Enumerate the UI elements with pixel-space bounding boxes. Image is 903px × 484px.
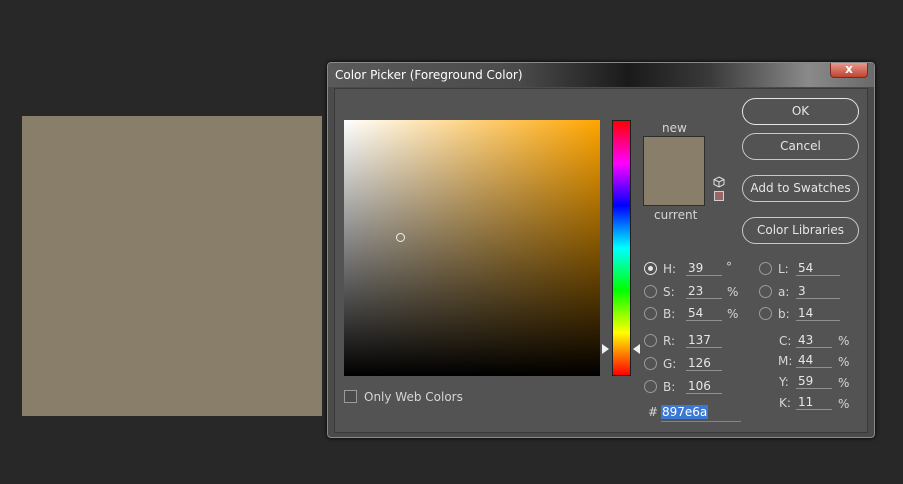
saturation-radio[interactable] [644,285,657,298]
hex-input[interactable]: 897e6a [661,403,741,422]
hue-radio[interactable] [644,262,657,275]
hue-slider-left-handle[interactable] [602,344,609,354]
lab-b-label: b: [778,307,790,321]
ok-button[interactable]: OK [742,98,859,125]
lab-l-radio[interactable] [759,262,772,275]
yellow-label: Y: [779,375,789,389]
yellow-input[interactable]: 59 [796,373,832,389]
color-picker-marker[interactable] [396,233,405,242]
green-input[interactable]: 126 [686,355,722,371]
yellow-unit: % [838,376,850,390]
red-label: R: [663,334,676,348]
brightness-input[interactable]: 54 [686,305,722,321]
lab-b-input[interactable]: 14 [796,305,840,321]
out-of-gamut-cube-icon[interactable] [713,176,725,188]
lab-l-input[interactable]: 54 [796,260,840,276]
green-radio[interactable] [644,357,657,370]
current-color-label: current [654,208,698,222]
cancel-button[interactable]: Cancel [742,133,859,160]
close-icon: x [845,62,853,76]
lab-b-radio[interactable] [759,307,772,320]
brightness-unit: % [727,307,739,321]
hue-slider-right-handle[interactable] [633,344,640,354]
hex-symbol: # [648,405,659,419]
hue-slider[interactable] [612,120,631,376]
black-input[interactable]: 11 [796,394,832,410]
hue-label: H: [663,262,677,276]
lab-a-radio[interactable] [759,285,772,298]
new-color-label: new [662,121,687,135]
magenta-input[interactable]: 44 [796,352,832,368]
only-web-colors-label: Only Web Colors [364,390,463,404]
current-color-swatch[interactable] [644,171,704,205]
blue-label: B: [663,380,676,394]
color-libraries-button[interactable]: Color Libraries [742,217,859,244]
new-color-swatch [644,137,704,171]
cyan-unit: % [838,334,850,348]
saturation-label: S: [663,285,675,299]
red-radio[interactable] [644,334,657,347]
magenta-unit: % [838,355,850,369]
title-bar[interactable]: Color Picker (Foreground Color) x [328,62,874,87]
cyan-input[interactable]: 43 [796,332,832,348]
blue-radio[interactable] [644,380,657,393]
color-compare-swatch [643,136,705,206]
hue-unit: ° [726,260,732,274]
lab-l-label: L: [778,262,789,276]
brightness-label: B: [663,307,676,321]
add-to-swatches-button[interactable]: Add to Swatches [742,175,859,202]
dialog-title: Color Picker (Foreground Color) [335,68,523,82]
red-input[interactable]: 137 [686,332,722,348]
hue-input[interactable]: 39 [686,260,722,276]
foreground-color-preview [22,116,322,416]
black-unit: % [838,397,850,411]
saturation-input[interactable]: 23 [686,283,722,299]
magenta-label: M: [778,354,793,368]
green-label: G: [663,357,677,371]
lab-a-label: a: [778,285,790,299]
black-label: K: [779,396,791,410]
hex-value: 897e6a [661,405,709,419]
blue-input[interactable]: 106 [686,378,722,394]
saturation-brightness-field[interactable] [344,120,600,376]
brightness-radio[interactable] [644,307,657,320]
websafe-color-swatch[interactable] [714,191,724,201]
close-button[interactable]: x [830,62,868,78]
lab-a-input[interactable]: 3 [796,283,840,299]
cyan-label: C: [779,334,792,348]
saturation-unit: % [727,285,739,299]
only-web-colors-checkbox[interactable] [344,390,357,403]
